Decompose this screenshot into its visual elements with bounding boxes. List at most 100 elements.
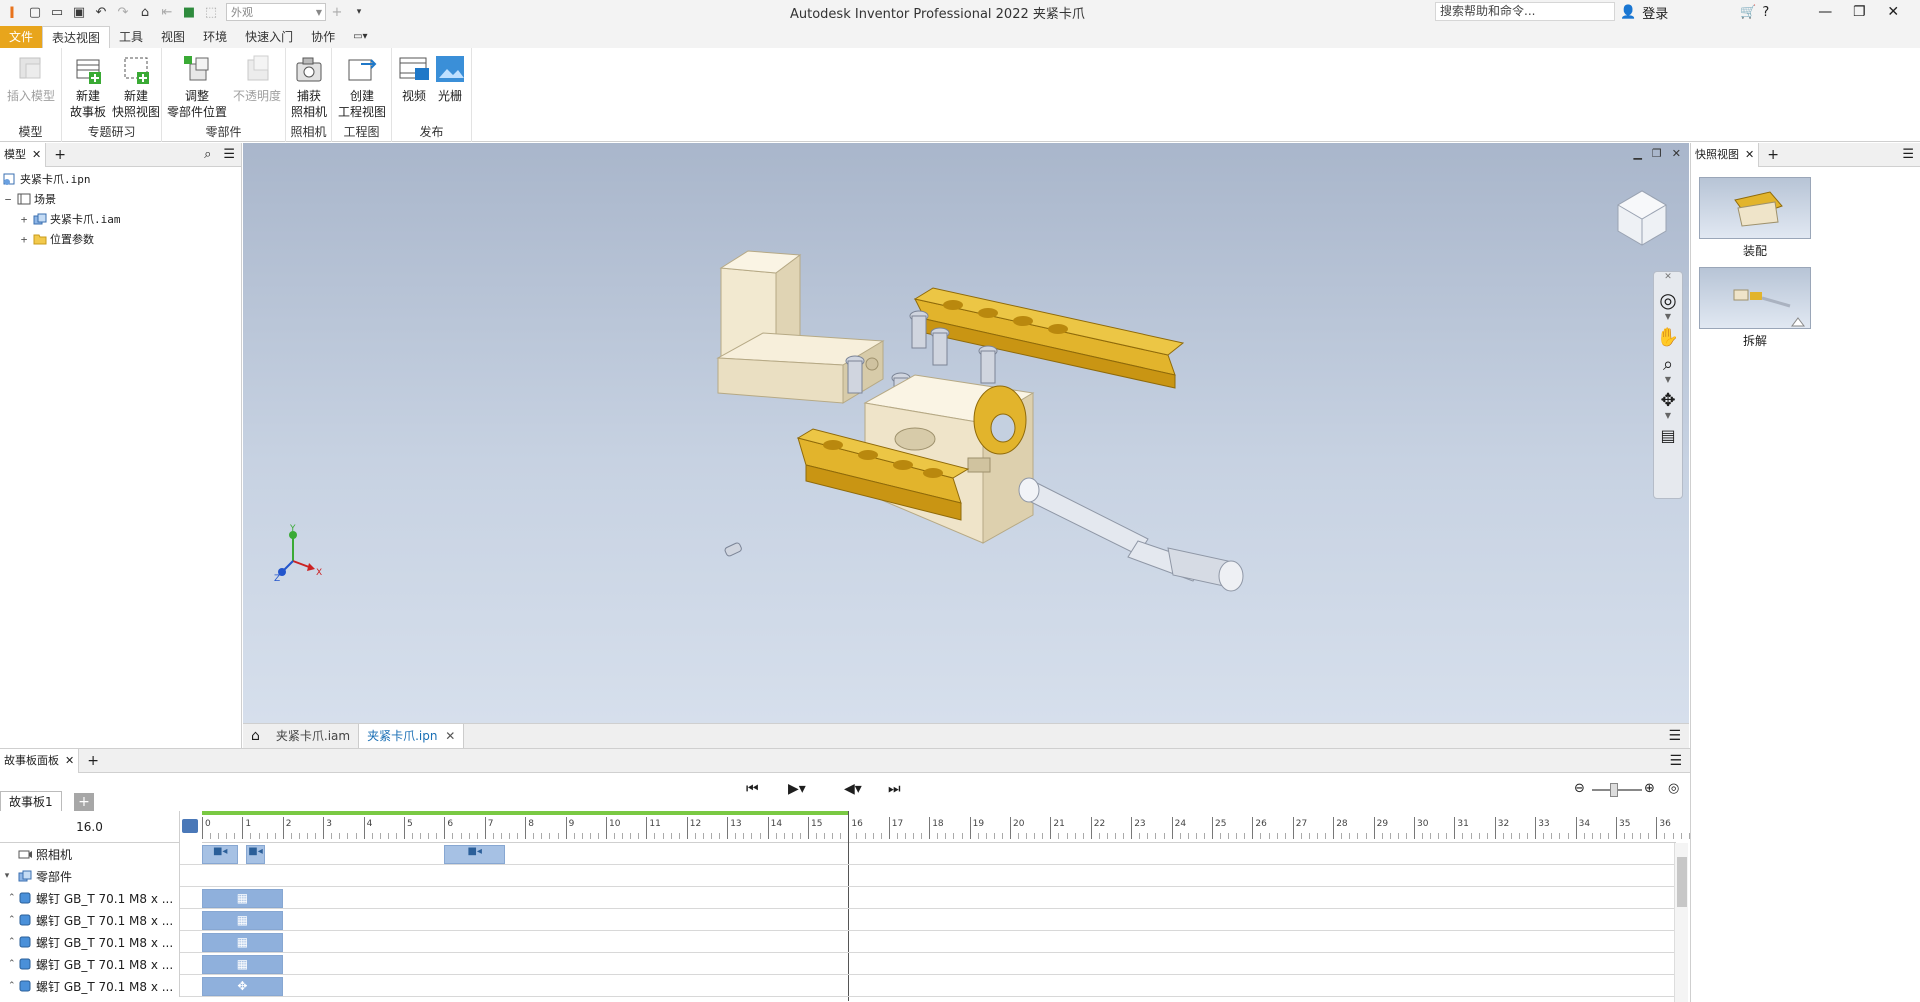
- track-row[interactable]: 照相机 ■◂ ■◂ ■◂: [0, 843, 1674, 865]
- tree-item-assembly[interactable]: + 夹紧卡爪.iam: [0, 209, 241, 229]
- select-filter-icon[interactable]: ⬚: [200, 1, 222, 23]
- zoom-slider-thumb[interactable]: [1610, 783, 1618, 797]
- nav-bar-close-icon[interactable]: ✕: [1654, 272, 1682, 282]
- tree-item-position-params[interactable]: + 位置参数: [0, 229, 241, 249]
- undo-icon[interactable]: ↶: [90, 1, 112, 23]
- snapshot-item[interactable]: 拆解: [1699, 267, 1811, 349]
- doc-tab-iam[interactable]: 夹紧卡爪.iam: [268, 724, 358, 748]
- track-row[interactable]: ⌃ 螺钉 GB_T 70.1 M8 x ... ▦: [0, 887, 1674, 909]
- add-storyboard-icon[interactable]: +: [74, 793, 94, 811]
- skip-to-start-icon[interactable]: ⏮: [746, 781, 759, 797]
- new-storyboard-button[interactable]: 新建 故事板: [64, 52, 112, 120]
- orbit-icon[interactable]: ✥: [1654, 390, 1682, 411]
- user-icon[interactable]: 👤: [1620, 5, 1636, 20]
- tab-presentation[interactable]: 表达视图: [42, 26, 111, 48]
- close-icon[interactable]: ✕: [445, 729, 455, 743]
- restore-button[interactable]: ❐: [1845, 4, 1873, 20]
- time-ruler[interactable]: 0 1 2 3 4 5 6 7 8 9 10 11 12 13 14 15 16 17 18 19 20 21 22 23 24…: [202, 811, 1690, 843]
- viewport-restore-icon[interactable]: ❐: [1652, 147, 1662, 160]
- open-file-icon[interactable]: ▭: [46, 1, 68, 23]
- menu-icon[interactable]: ☰: [1896, 147, 1920, 162]
- app-logo[interactable]: I: [0, 0, 24, 24]
- viewcube-icon[interactable]: [1606, 183, 1676, 253]
- add-tab-icon[interactable]: +: [1759, 147, 1787, 163]
- expand-icon[interactable]: ⌃: [0, 959, 16, 969]
- minimize-button[interactable]: —: [1811, 4, 1839, 20]
- storyboard-panel-tab[interactable]: 故事板面板 ✕: [0, 748, 80, 773]
- return-icon[interactable]: ⇤: [156, 1, 178, 23]
- fit-timeline-icon[interactable]: ◎: [1668, 781, 1679, 796]
- login-link[interactable]: 登录: [1642, 3, 1668, 22]
- tab-collaborate[interactable]: 协作: [302, 26, 344, 48]
- chevron-down-icon[interactable]: ▼: [1654, 411, 1682, 420]
- browser-tab-model[interactable]: 模型 ✕: [0, 142, 47, 167]
- menu-icon[interactable]: ☰: [1660, 728, 1689, 744]
- tab-getstarted[interactable]: 快速入门: [236, 26, 302, 48]
- chevron-down-icon[interactable]: ▼: [1654, 375, 1682, 384]
- new-snapshot-button[interactable]: 新建 快照视图: [110, 52, 162, 120]
- track-row[interactable]: ⌃ 螺钉 GB_T 70.1 M8 x ... ✥: [0, 975, 1674, 997]
- redo-icon[interactable]: ↷: [112, 1, 134, 23]
- close-icon[interactable]: ✕: [1745, 143, 1754, 167]
- menu-icon[interactable]: ☰: [1661, 753, 1690, 769]
- play-reverse-icon[interactable]: ◀▾: [844, 781, 862, 797]
- storyboard-tab[interactable]: 故事板1: [0, 791, 62, 811]
- help-icon[interactable]: ?: [1762, 5, 1769, 20]
- play-forward-icon[interactable]: ▶▾: [788, 781, 806, 797]
- insert-model-button[interactable]: 插入模型: [6, 52, 56, 104]
- expand-icon[interactable]: +: [18, 233, 30, 246]
- home-icon[interactable]: ⌂: [134, 1, 156, 23]
- tab-file[interactable]: 文件: [0, 26, 43, 48]
- video-button[interactable]: 视频: [396, 52, 432, 104]
- move-action-clip[interactable]: ✥: [202, 977, 283, 996]
- menu-icon[interactable]: ☰: [217, 147, 241, 162]
- steering-wheel-icon[interactable]: ◎: [1654, 288, 1682, 312]
- appearance-select[interactable]: 外观 ▼: [226, 3, 326, 21]
- tab-environment[interactable]: 环境: [194, 26, 236, 48]
- capture-camera-button[interactable]: 捕获 照相机: [288, 52, 330, 120]
- save-icon[interactable]: ▣: [68, 1, 90, 23]
- help-search-input[interactable]: 搜索帮助和命令...: [1435, 2, 1615, 21]
- snapshot-item[interactable]: 装配: [1699, 177, 1811, 259]
- raster-button[interactable]: 光栅: [432, 52, 468, 104]
- zoom-icon[interactable]: ⌕: [1654, 354, 1682, 375]
- doc-tab-ipn[interactable]: 夹紧卡爪.ipn ✕: [358, 724, 465, 748]
- tree-item-scene[interactable]: − 场景: [0, 189, 241, 209]
- close-button[interactable]: ✕: [1879, 4, 1907, 20]
- expand-icon[interactable]: ⌃: [0, 893, 16, 903]
- skip-to-end-icon[interactable]: ⏭: [888, 781, 901, 797]
- opacity-button[interactable]: 不透明度: [230, 52, 284, 104]
- close-icon[interactable]: ✕: [32, 143, 41, 167]
- collapse-icon[interactable]: ▾: [0, 871, 14, 881]
- customize-qat-icon[interactable]: ▾: [348, 1, 370, 23]
- zoom-out-icon[interactable]: ⊖: [1574, 781, 1585, 796]
- plus-icon[interactable]: +: [326, 1, 348, 23]
- collapse-icon[interactable]: −: [2, 193, 14, 206]
- viewport-close-icon[interactable]: ✕: [1672, 147, 1681, 160]
- chevron-down-icon[interactable]: ▼: [1654, 312, 1682, 321]
- part-action-clip[interactable]: ▦: [202, 889, 283, 908]
- current-time-display[interactable]: 16.0: [0, 811, 180, 843]
- home-icon[interactable]: ⌂: [243, 728, 268, 744]
- add-tab-icon[interactable]: +: [46, 147, 74, 163]
- add-tab-icon[interactable]: +: [79, 753, 107, 769]
- tweak-components-button[interactable]: 调整 零部件位置: [164, 52, 230, 120]
- track-row[interactable]: ⌃ 螺钉 GB_T 70.1 M8 x ... ▦: [0, 931, 1674, 953]
- new-file-icon[interactable]: ▢: [24, 1, 46, 23]
- expand-icon[interactable]: ⌃: [0, 937, 16, 947]
- camera-action-clip[interactable]: ■◂: [444, 845, 505, 864]
- tab-view[interactable]: 视图: [152, 26, 194, 48]
- search-icon[interactable]: ⌕: [198, 147, 217, 162]
- part-action-clip[interactable]: ▦: [202, 911, 283, 930]
- track-row[interactable]: ⌃ 螺钉 GB_T 70.1 M8 x ... ▦: [0, 953, 1674, 975]
- tab-tools[interactable]: 工具: [110, 26, 152, 48]
- look-at-icon[interactable]: ▤: [1654, 426, 1682, 445]
- track-row[interactable]: ▾ 零部件: [0, 865, 1674, 887]
- timeline-scrollbar[interactable]: [1674, 843, 1688, 1002]
- track-row[interactable]: ⌃ 螺钉 GB_T 70.1 M8 x ... ▦: [0, 909, 1674, 931]
- pan-icon[interactable]: ✋: [1654, 327, 1682, 348]
- viewport-minimize-icon[interactable]: ▁: [1633, 147, 1641, 160]
- create-drawing-view-button[interactable]: 创建 工程视图: [336, 52, 388, 120]
- close-icon[interactable]: ✕: [65, 749, 74, 773]
- graphics-viewport[interactable]: ▁ ❐ ✕ ✕ ◎ ▼ ✋ ⌕ ▼ ✥ ▼ ▤ Y X Z: [243, 143, 1689, 723]
